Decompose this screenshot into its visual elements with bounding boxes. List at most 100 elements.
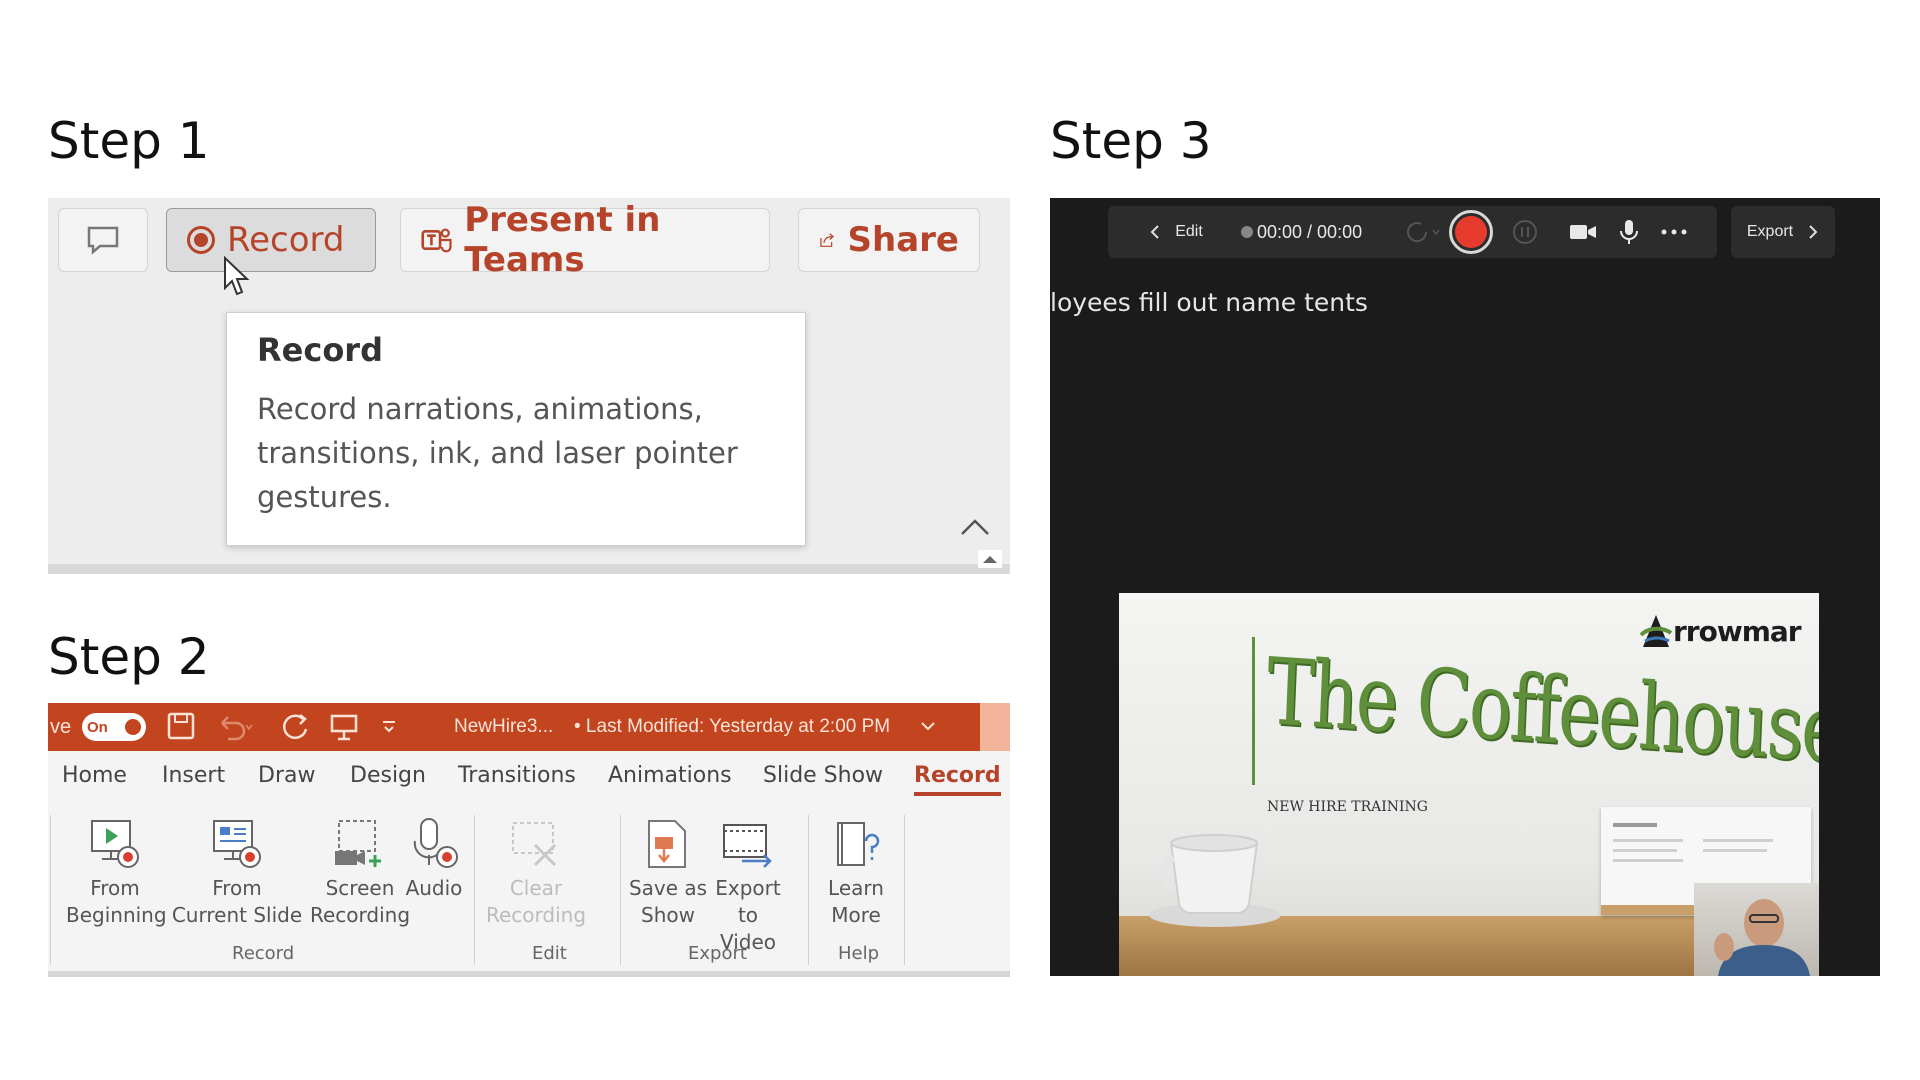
- record-icon: [187, 226, 215, 254]
- step2-screenshot: ve On NewHire3... • Last Modified: Yeste…: [48, 703, 1010, 977]
- export-to-video-line1: Export: [715, 876, 781, 900]
- autosave-toggle-label: On: [87, 718, 108, 736]
- record-red-dot: [1455, 216, 1487, 248]
- step-3-title: Step 3: [1050, 112, 1212, 170]
- tab-insert[interactable]: Insert: [162, 763, 225, 788]
- tab-design[interactable]: Design: [350, 763, 426, 788]
- tab-animations[interactable]: Animations: [608, 763, 732, 788]
- record-from-current-slide-button[interactable]: From Current Slide: [164, 815, 310, 929]
- audio-button[interactable]: Audio: [394, 815, 474, 902]
- scroll-up-icon[interactable]: [978, 550, 1002, 568]
- present-in-teams-label: Present in Teams: [464, 200, 661, 280]
- record-button-label: Record: [227, 220, 345, 260]
- save-icon[interactable]: [166, 703, 196, 751]
- microphone-icon[interactable]: [1617, 217, 1641, 247]
- clear-recording-icon: [512, 822, 557, 867]
- step1-screenshot: Record Present in Teams Share Record Rec…: [48, 198, 1010, 574]
- help-book-icon: [837, 822, 880, 866]
- from-beginning-line1: From: [90, 876, 140, 900]
- save-as-show-button[interactable]: Save as Show: [628, 815, 708, 929]
- comments-button[interactable]: [58, 208, 148, 272]
- export-to-video-icon: [723, 824, 772, 868]
- presenter-camera-feed: [1694, 883, 1819, 976]
- autosave-toggle[interactable]: On: [82, 713, 146, 741]
- customize-qat-icon[interactable]: [378, 703, 400, 751]
- record-from-beginning-button[interactable]: From Beginning: [66, 815, 167, 929]
- group-label-export: Export: [688, 943, 747, 964]
- present-from-start-icon[interactable]: [328, 703, 360, 751]
- learn-more-button[interactable]: Learn More: [818, 815, 894, 929]
- from-beginning-line2: Beginning: [66, 903, 167, 927]
- group-label-help: Help: [838, 943, 880, 964]
- panel1-scroll-track: [48, 564, 1010, 574]
- slide-subtitle: NEW HIRE TRAINING: [1267, 799, 1428, 815]
- thumbnail-text-line: [1703, 839, 1773, 842]
- tab-home[interactable]: Home: [62, 763, 127, 788]
- step-1-title: Step 1: [48, 112, 210, 170]
- title-rule: [1252, 637, 1255, 785]
- presenter-avatar: [1714, 899, 1810, 976]
- group-separator: [620, 815, 621, 965]
- logo-mark-icon: [1639, 615, 1673, 647]
- microphone-icon: [413, 818, 458, 868]
- titlebar-edge: [980, 703, 1010, 751]
- tooltip-title: Record: [257, 331, 383, 369]
- pause-icon[interactable]: [1511, 218, 1539, 246]
- record-tooltip: Record Record narrations, animations, tr…: [226, 312, 806, 546]
- undo-icon[interactable]: [214, 703, 254, 751]
- save-as-show-line1: Save as: [628, 876, 708, 900]
- collapse-chevron-up-icon[interactable]: [958, 516, 992, 538]
- thumbnail-text-line: [1613, 839, 1683, 842]
- screen-recording-icon: [335, 820, 381, 867]
- company-logo: rrowmar: [1639, 611, 1802, 651]
- record-start-button[interactable]: [1449, 210, 1493, 254]
- comment-icon: [87, 226, 119, 255]
- share-button[interactable]: Share: [798, 208, 980, 272]
- save-as-show-icon: [648, 820, 686, 868]
- clear-recording-line2: Recording: [485, 903, 587, 927]
- share-icon: [820, 233, 835, 247]
- group-separator: [904, 815, 905, 965]
- ribbon-tabs: Home Insert Draw Design Transitions Anim…: [48, 763, 1010, 805]
- toggle-knob: [125, 719, 141, 735]
- logo-text: rrowmar: [1673, 614, 1802, 648]
- file-name[interactable]: NewHire3...: [454, 703, 553, 751]
- edit-label: Edit: [1175, 223, 1203, 240]
- more-options-icon[interactable]: [1659, 227, 1689, 237]
- autosave-label-fragment: ve: [50, 715, 72, 738]
- tooltip-text: Record narrations, animations, transitio…: [257, 392, 738, 514]
- screen-recording-line2: Recording: [310, 903, 411, 927]
- recording-timer: 00:00 / 00:00: [1257, 221, 1363, 242]
- group-separator: [474, 815, 475, 965]
- recording-toolbar: 00:00 / 00:00: [1227, 206, 1717, 258]
- step3-screenshot: Edit 00:00 / 00:00 Export loyees fill ou…: [1050, 198, 1880, 976]
- thumbnail-text-line: [1613, 823, 1657, 827]
- group-separator: [808, 815, 809, 965]
- redo-icon[interactable]: [278, 703, 312, 751]
- mouse-cursor-icon: [224, 256, 250, 296]
- slide-preview: The Coffeehouse NEW HIRE TRAINING rrowma…: [1119, 593, 1819, 976]
- retake-icon[interactable]: [1399, 218, 1441, 246]
- tab-slide-show[interactable]: Slide Show: [763, 763, 883, 788]
- coffee-cup-icon: [1149, 834, 1281, 927]
- group-separator: [50, 815, 51, 965]
- clear-recording-button[interactable]: Clear Recording: [478, 815, 594, 929]
- tab-transitions[interactable]: Transitions: [458, 763, 576, 788]
- export-button[interactable]: Export: [1731, 206, 1835, 258]
- record-from-beginning-icon: [91, 820, 139, 868]
- tab-draw[interactable]: Draw: [258, 763, 315, 788]
- save-as-show-line2: Show: [641, 903, 695, 927]
- chevron-right-icon: [1809, 225, 1818, 239]
- clear-recording-line1: Clear: [509, 876, 563, 900]
- camera-icon[interactable]: [1567, 218, 1599, 246]
- chevron-down-icon[interactable]: [918, 703, 938, 751]
- edit-button[interactable]: Edit: [1108, 206, 1244, 258]
- from-current-line2: Current Slide: [171, 903, 303, 927]
- last-modified[interactable]: • Last Modified: Yesterday at 2:00 PM: [574, 703, 890, 751]
- tab-record[interactable]: Record: [914, 763, 1001, 796]
- present-in-teams-button[interactable]: Present in Teams: [400, 200, 770, 280]
- learn-more-line2: More: [831, 903, 881, 927]
- export-to-video-button[interactable]: Export to Video: [708, 815, 788, 956]
- record-button[interactable]: Record: [166, 208, 376, 272]
- step-2-title: Step 2: [48, 628, 210, 686]
